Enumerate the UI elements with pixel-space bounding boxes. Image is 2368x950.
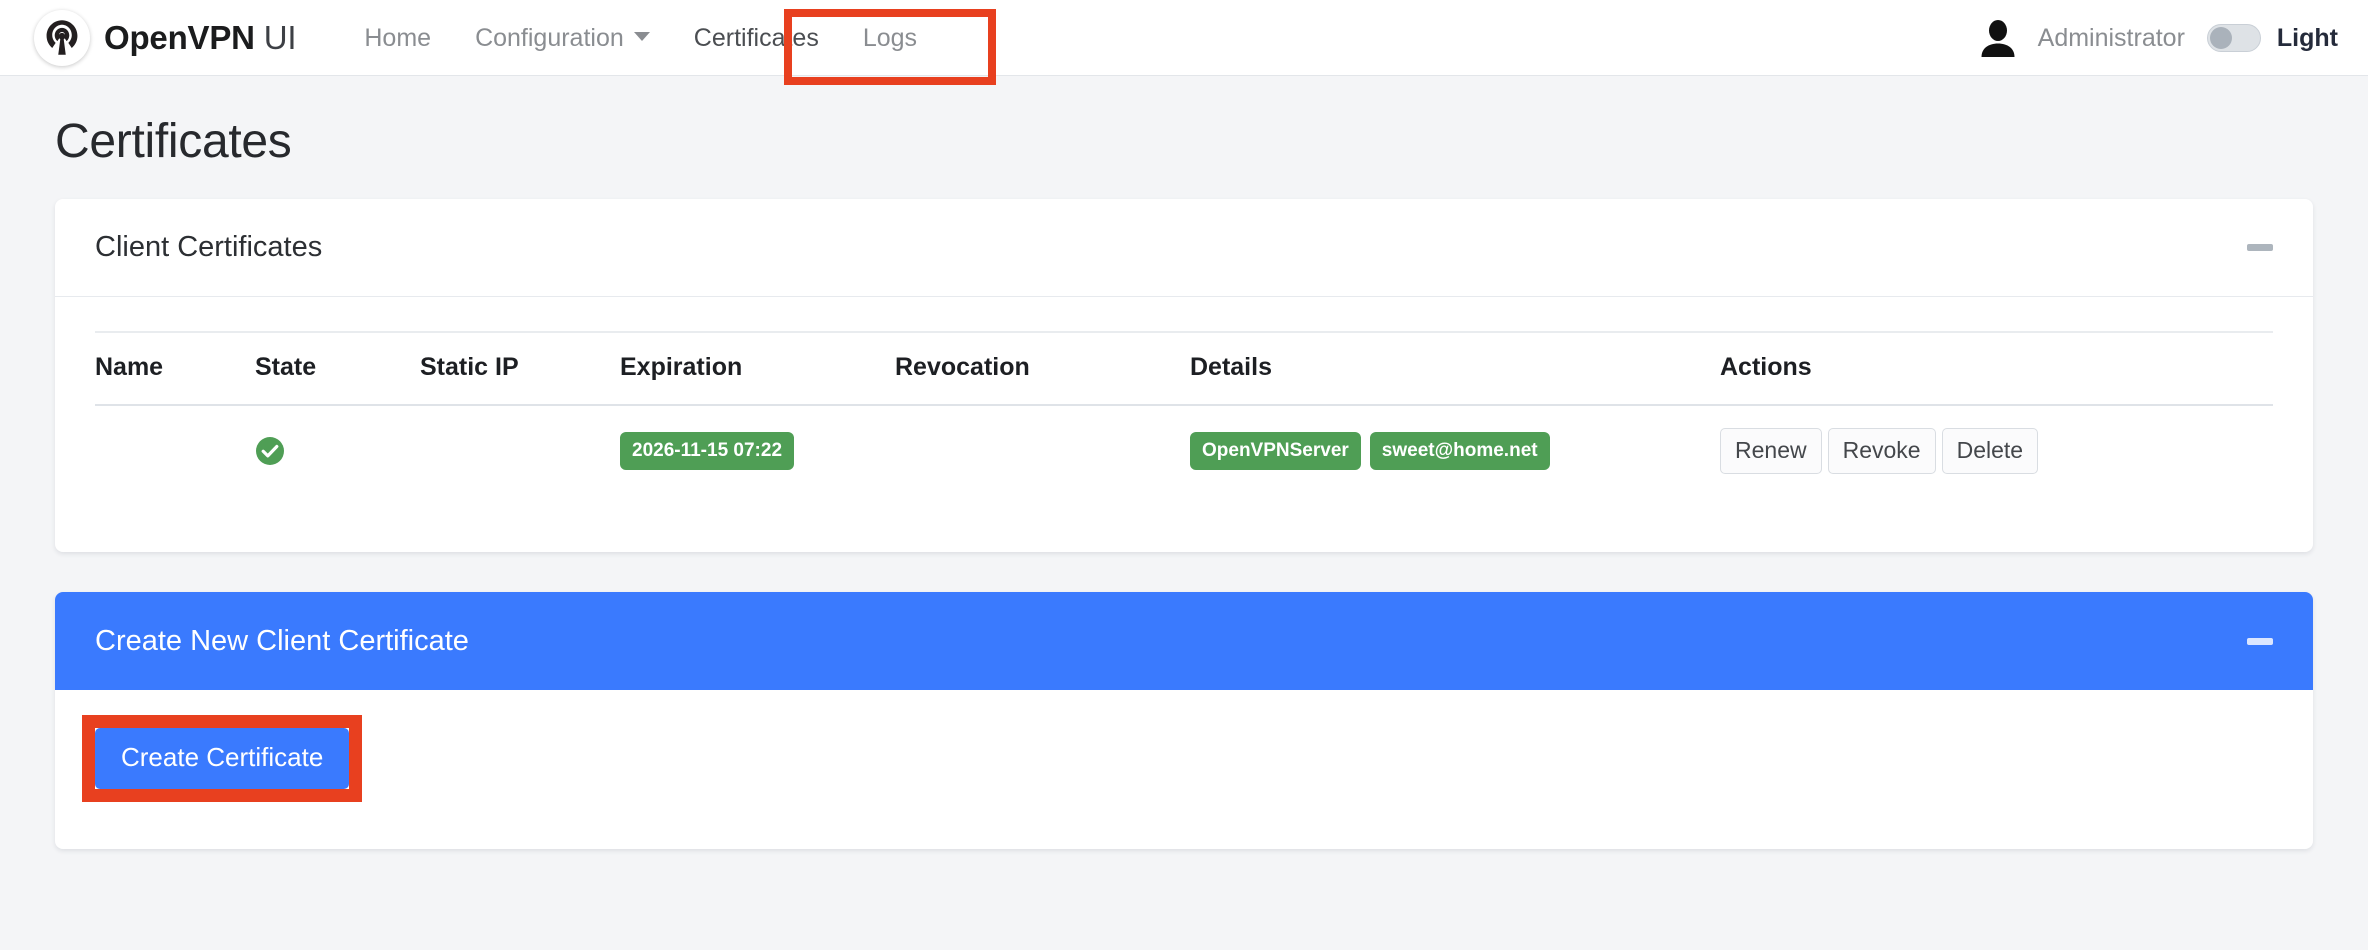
brand-text-thin: UI	[254, 18, 297, 56]
column-header-name: Name	[95, 331, 255, 406]
user-name-label: Administrator	[2037, 23, 2185, 52]
certificates-table: Name State Static IP Expiration Revocati…	[95, 331, 2273, 498]
minus-icon[interactable]	[2247, 244, 2273, 251]
theme-toggle-switch[interactable]	[2206, 24, 2261, 52]
navbar-right: Administrator Light	[1980, 0, 2338, 76]
detail-badge-email: sweet@home.net	[1369, 432, 1550, 471]
table-head: Name State Static IP Expiration Revocati…	[95, 331, 2273, 406]
nav-item-home[interactable]: Home	[342, 0, 453, 76]
page-content: Certificates Client Certificates Name St…	[0, 114, 2368, 850]
column-header-details: Details	[1190, 331, 1720, 406]
brand-text-bold: OpenVPN	[104, 18, 255, 56]
client-certificates-card: Client Certificates Name State Static IP…	[55, 199, 2313, 553]
client-certificates-card-header: Client Certificates	[55, 199, 2313, 297]
theme-mode-label: Light	[2276, 23, 2338, 52]
nav-item-configuration-label: Configuration	[475, 23, 624, 52]
brand[interactable]: OpenVPN UI	[34, 9, 297, 66]
cell-revocation	[895, 405, 1190, 498]
column-header-actions: Actions	[1720, 331, 2273, 406]
check-circle-icon	[255, 436, 420, 466]
create-certificate-button[interactable]: Create Certificate	[95, 728, 350, 790]
minus-icon[interactable]	[2247, 637, 2273, 645]
cell-actions: Renew Revoke Delete	[1720, 405, 2273, 498]
client-certificates-card-body: Name State Static IP Expiration Revocati…	[55, 297, 2313, 552]
expiration-badge: 2026-11-15 07:22	[620, 432, 795, 471]
column-header-expiration: Expiration	[620, 331, 895, 406]
nav-links: Home Configuration Certificates Logs	[342, 0, 939, 76]
action-button-group: Renew Revoke Delete	[1720, 428, 2273, 475]
cell-name	[95, 405, 255, 498]
revoke-button[interactable]: Revoke	[1827, 428, 1936, 475]
create-certificate-card-header: Create New Client Certificate	[55, 592, 2313, 691]
detail-badge-server: OpenVPNServer	[1190, 432, 1361, 471]
nav-item-configuration[interactable]: Configuration	[453, 0, 672, 76]
cell-state	[255, 405, 420, 498]
create-certificate-title: Create New Client Certificate	[95, 624, 469, 657]
cell-expiration: 2026-11-15 07:22	[620, 405, 895, 498]
openvpn-logo-icon	[34, 9, 90, 66]
create-certificate-card-body: Create Certificate	[55, 690, 2313, 849]
table-body: 2026-11-15 07:22 OpenVPNServer sweet@home…	[95, 405, 2273, 498]
cell-details: OpenVPNServer sweet@home.net	[1190, 405, 1720, 498]
delete-button[interactable]: Delete	[1941, 428, 2039, 475]
column-header-revocation: Revocation	[895, 331, 1190, 406]
table-row: 2026-11-15 07:22 OpenVPNServer sweet@home…	[95, 405, 2273, 498]
theme-toggle-knob	[2209, 27, 2232, 49]
column-header-static-ip: Static IP	[420, 331, 620, 406]
create-certificate-card: Create New Client Certificate Create Cer…	[55, 592, 2313, 850]
table-header-row: Name State Static IP Expiration Revocati…	[95, 331, 2273, 406]
nav-item-logs[interactable]: Logs	[841, 0, 939, 76]
top-navbar: OpenVPN UI Home Configuration Certificat…	[0, 0, 2368, 85]
create-certificate-button-wrapper: Create Certificate	[82, 715, 363, 803]
nav-item-certificates[interactable]: Certificates	[672, 0, 841, 76]
client-certificates-title: Client Certificates	[95, 231, 323, 263]
brand-text: OpenVPN UI	[104, 18, 297, 57]
page-title: Certificates	[55, 115, 292, 168]
renew-button[interactable]: Renew	[1720, 428, 1822, 475]
user-avatar-icon	[1980, 18, 2016, 58]
chevron-down-icon	[633, 32, 650, 42]
cell-static-ip	[420, 405, 620, 498]
column-header-state: State	[255, 331, 420, 406]
